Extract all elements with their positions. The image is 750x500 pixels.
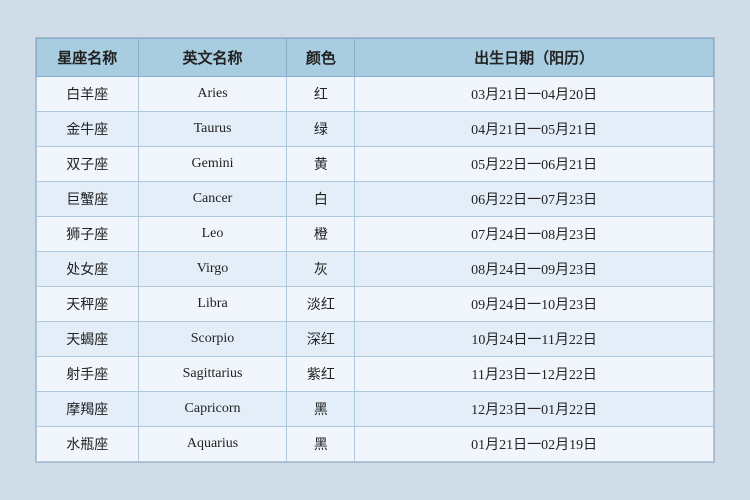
table-row: 天秤座Libra淡红09月24日一10月23日 <box>37 287 714 322</box>
cell-en: Scorpio <box>138 322 287 357</box>
cell-color: 淡红 <box>287 287 355 322</box>
cell-en: Taurus <box>138 112 287 147</box>
cell-color: 绿 <box>287 112 355 147</box>
cell-zh: 白羊座 <box>37 77 139 112</box>
cell-en: Gemini <box>138 147 287 182</box>
cell-zh: 金牛座 <box>37 112 139 147</box>
cell-date: 04月21日一05月21日 <box>355 112 714 147</box>
cell-color: 白 <box>287 182 355 217</box>
table-row: 金牛座Taurus绿04月21日一05月21日 <box>37 112 714 147</box>
table-row: 摩羯座Capricorn黑12月23日一01月22日 <box>37 392 714 427</box>
cell-zh: 天蝎座 <box>37 322 139 357</box>
cell-en: Sagittarius <box>138 357 287 392</box>
cell-zh: 摩羯座 <box>37 392 139 427</box>
table-row: 水瓶座Aquarius黑01月21日一02月19日 <box>37 427 714 462</box>
cell-date: 01月21日一02月19日 <box>355 427 714 462</box>
cell-en: Aries <box>138 77 287 112</box>
cell-date: 07月24日一08月23日 <box>355 217 714 252</box>
table-row: 双子座Gemini黄05月22日一06月21日 <box>37 147 714 182</box>
cell-date: 12月23日一01月22日 <box>355 392 714 427</box>
cell-en: Leo <box>138 217 287 252</box>
cell-zh: 天秤座 <box>37 287 139 322</box>
cell-zh: 狮子座 <box>37 217 139 252</box>
table-row: 巨蟹座Cancer白06月22日一07月23日 <box>37 182 714 217</box>
cell-date: 11月23日一12月22日 <box>355 357 714 392</box>
cell-en: Cancer <box>138 182 287 217</box>
cell-en: Aquarius <box>138 427 287 462</box>
cell-color: 黑 <box>287 392 355 427</box>
cell-zh: 处女座 <box>37 252 139 287</box>
cell-zh: 水瓶座 <box>37 427 139 462</box>
cell-color: 黑 <box>287 427 355 462</box>
cell-color: 灰 <box>287 252 355 287</box>
cell-date: 03月21日一04月20日 <box>355 77 714 112</box>
cell-color: 紫红 <box>287 357 355 392</box>
header-date: 出生日期（阳历） <box>355 39 714 77</box>
table-row: 射手座Sagittarius紫红11月23日一12月22日 <box>37 357 714 392</box>
table-header-row: 星座名称 英文名称 颜色 出生日期（阳历） <box>37 39 714 77</box>
cell-date: 10月24日一11月22日 <box>355 322 714 357</box>
cell-zh: 射手座 <box>37 357 139 392</box>
zodiac-table: 星座名称 英文名称 颜色 出生日期（阳历） 白羊座Aries红03月21日一04… <box>36 38 714 462</box>
cell-date: 08月24日一09月23日 <box>355 252 714 287</box>
cell-color: 红 <box>287 77 355 112</box>
cell-date: 09月24日一10月23日 <box>355 287 714 322</box>
cell-en: Capricorn <box>138 392 287 427</box>
cell-zh: 双子座 <box>37 147 139 182</box>
cell-en: Libra <box>138 287 287 322</box>
cell-date: 06月22日一07月23日 <box>355 182 714 217</box>
header-zh: 星座名称 <box>37 39 139 77</box>
zodiac-table-container: 星座名称 英文名称 颜色 出生日期（阳历） 白羊座Aries红03月21日一04… <box>35 37 715 463</box>
cell-zh: 巨蟹座 <box>37 182 139 217</box>
header-en: 英文名称 <box>138 39 287 77</box>
table-row: 天蝎座Scorpio深红10月24日一11月22日 <box>37 322 714 357</box>
table-row: 处女座Virgo灰08月24日一09月23日 <box>37 252 714 287</box>
table-row: 狮子座Leo橙07月24日一08月23日 <box>37 217 714 252</box>
cell-en: Virgo <box>138 252 287 287</box>
table-row: 白羊座Aries红03月21日一04月20日 <box>37 77 714 112</box>
cell-date: 05月22日一06月21日 <box>355 147 714 182</box>
header-color: 颜色 <box>287 39 355 77</box>
cell-color: 橙 <box>287 217 355 252</box>
cell-color: 黄 <box>287 147 355 182</box>
cell-color: 深红 <box>287 322 355 357</box>
